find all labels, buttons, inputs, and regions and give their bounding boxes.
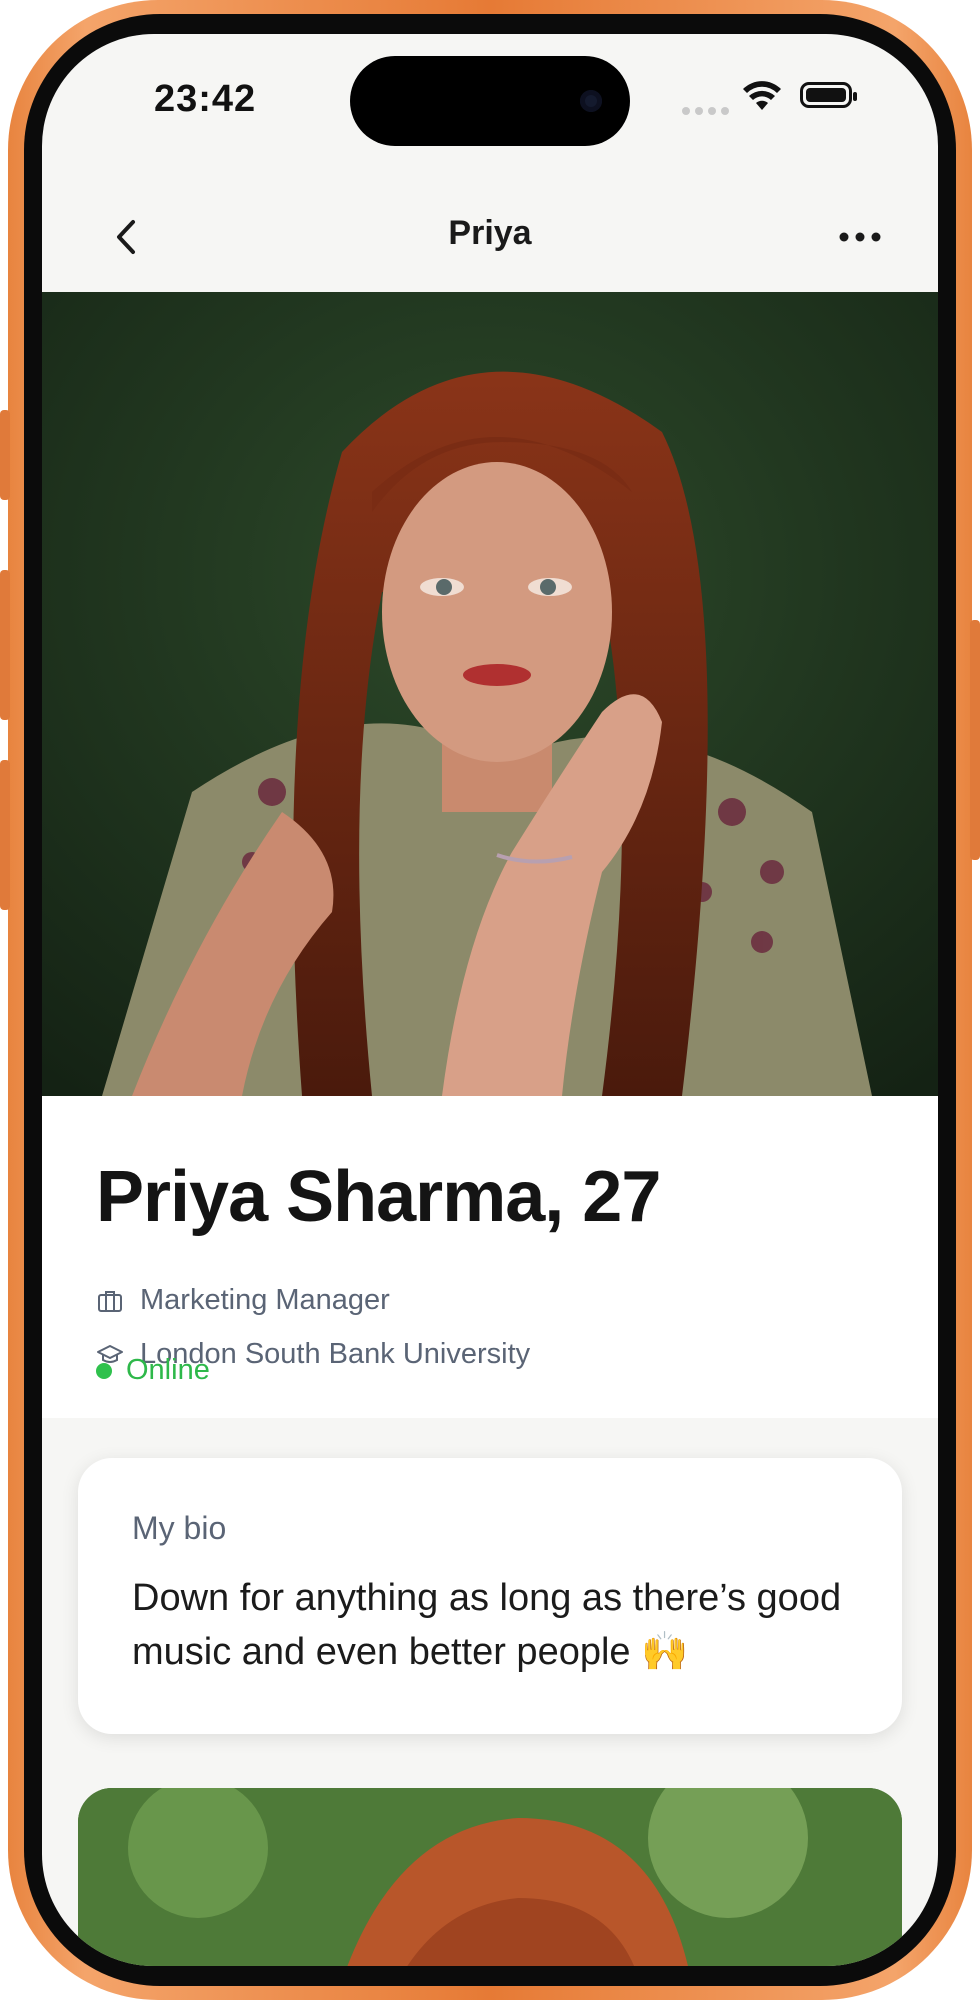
profile-photo[interactable]	[42, 292, 938, 1096]
dynamic-island	[350, 56, 630, 146]
status-bar: 23:42	[42, 34, 938, 184]
profile-photo-illustration	[42, 292, 938, 1096]
briefcase-icon	[98, 1290, 122, 1312]
online-label: Online	[126, 1354, 210, 1386]
job-row: Marketing Manager	[96, 1284, 390, 1317]
profile-name-age: Priya Sharma, 27	[96, 1157, 661, 1237]
battery-icon	[800, 82, 857, 108]
bio-card: My bio Down for anything as long as ther…	[78, 1458, 902, 1734]
online-dot-icon	[96, 1362, 112, 1379]
more-horizontal-icon	[839, 232, 881, 242]
page-title: Priya	[448, 214, 532, 252]
screen: 23:42 Priya Priya Sharma, 27 Marketing M…	[42, 34, 938, 1966]
bio-heading: My bio	[132, 1510, 227, 1546]
online-status: Online	[96, 1354, 210, 1387]
signal-icon	[682, 102, 734, 120]
power-button	[970, 620, 980, 860]
status-time: 23:42	[154, 78, 257, 120]
wifi-icon	[743, 81, 781, 110]
action-button	[0, 410, 10, 500]
volume-down-button	[0, 760, 10, 910]
profile-photo-2[interactable]	[78, 1788, 902, 1966]
bio-text: Down for anything as long as there’s goo…	[132, 1577, 842, 1673]
job-title: Marketing Manager	[140, 1284, 390, 1316]
profile-photo-2-illustration	[78, 1788, 902, 1966]
more-options-button[interactable]	[830, 212, 890, 262]
nav-bar: Priya	[42, 184, 938, 292]
profile-info: Priya Sharma, 27 Marketing Manager Londo…	[42, 1096, 938, 1418]
camera-icon	[580, 90, 602, 112]
volume-up-button	[0, 570, 10, 720]
